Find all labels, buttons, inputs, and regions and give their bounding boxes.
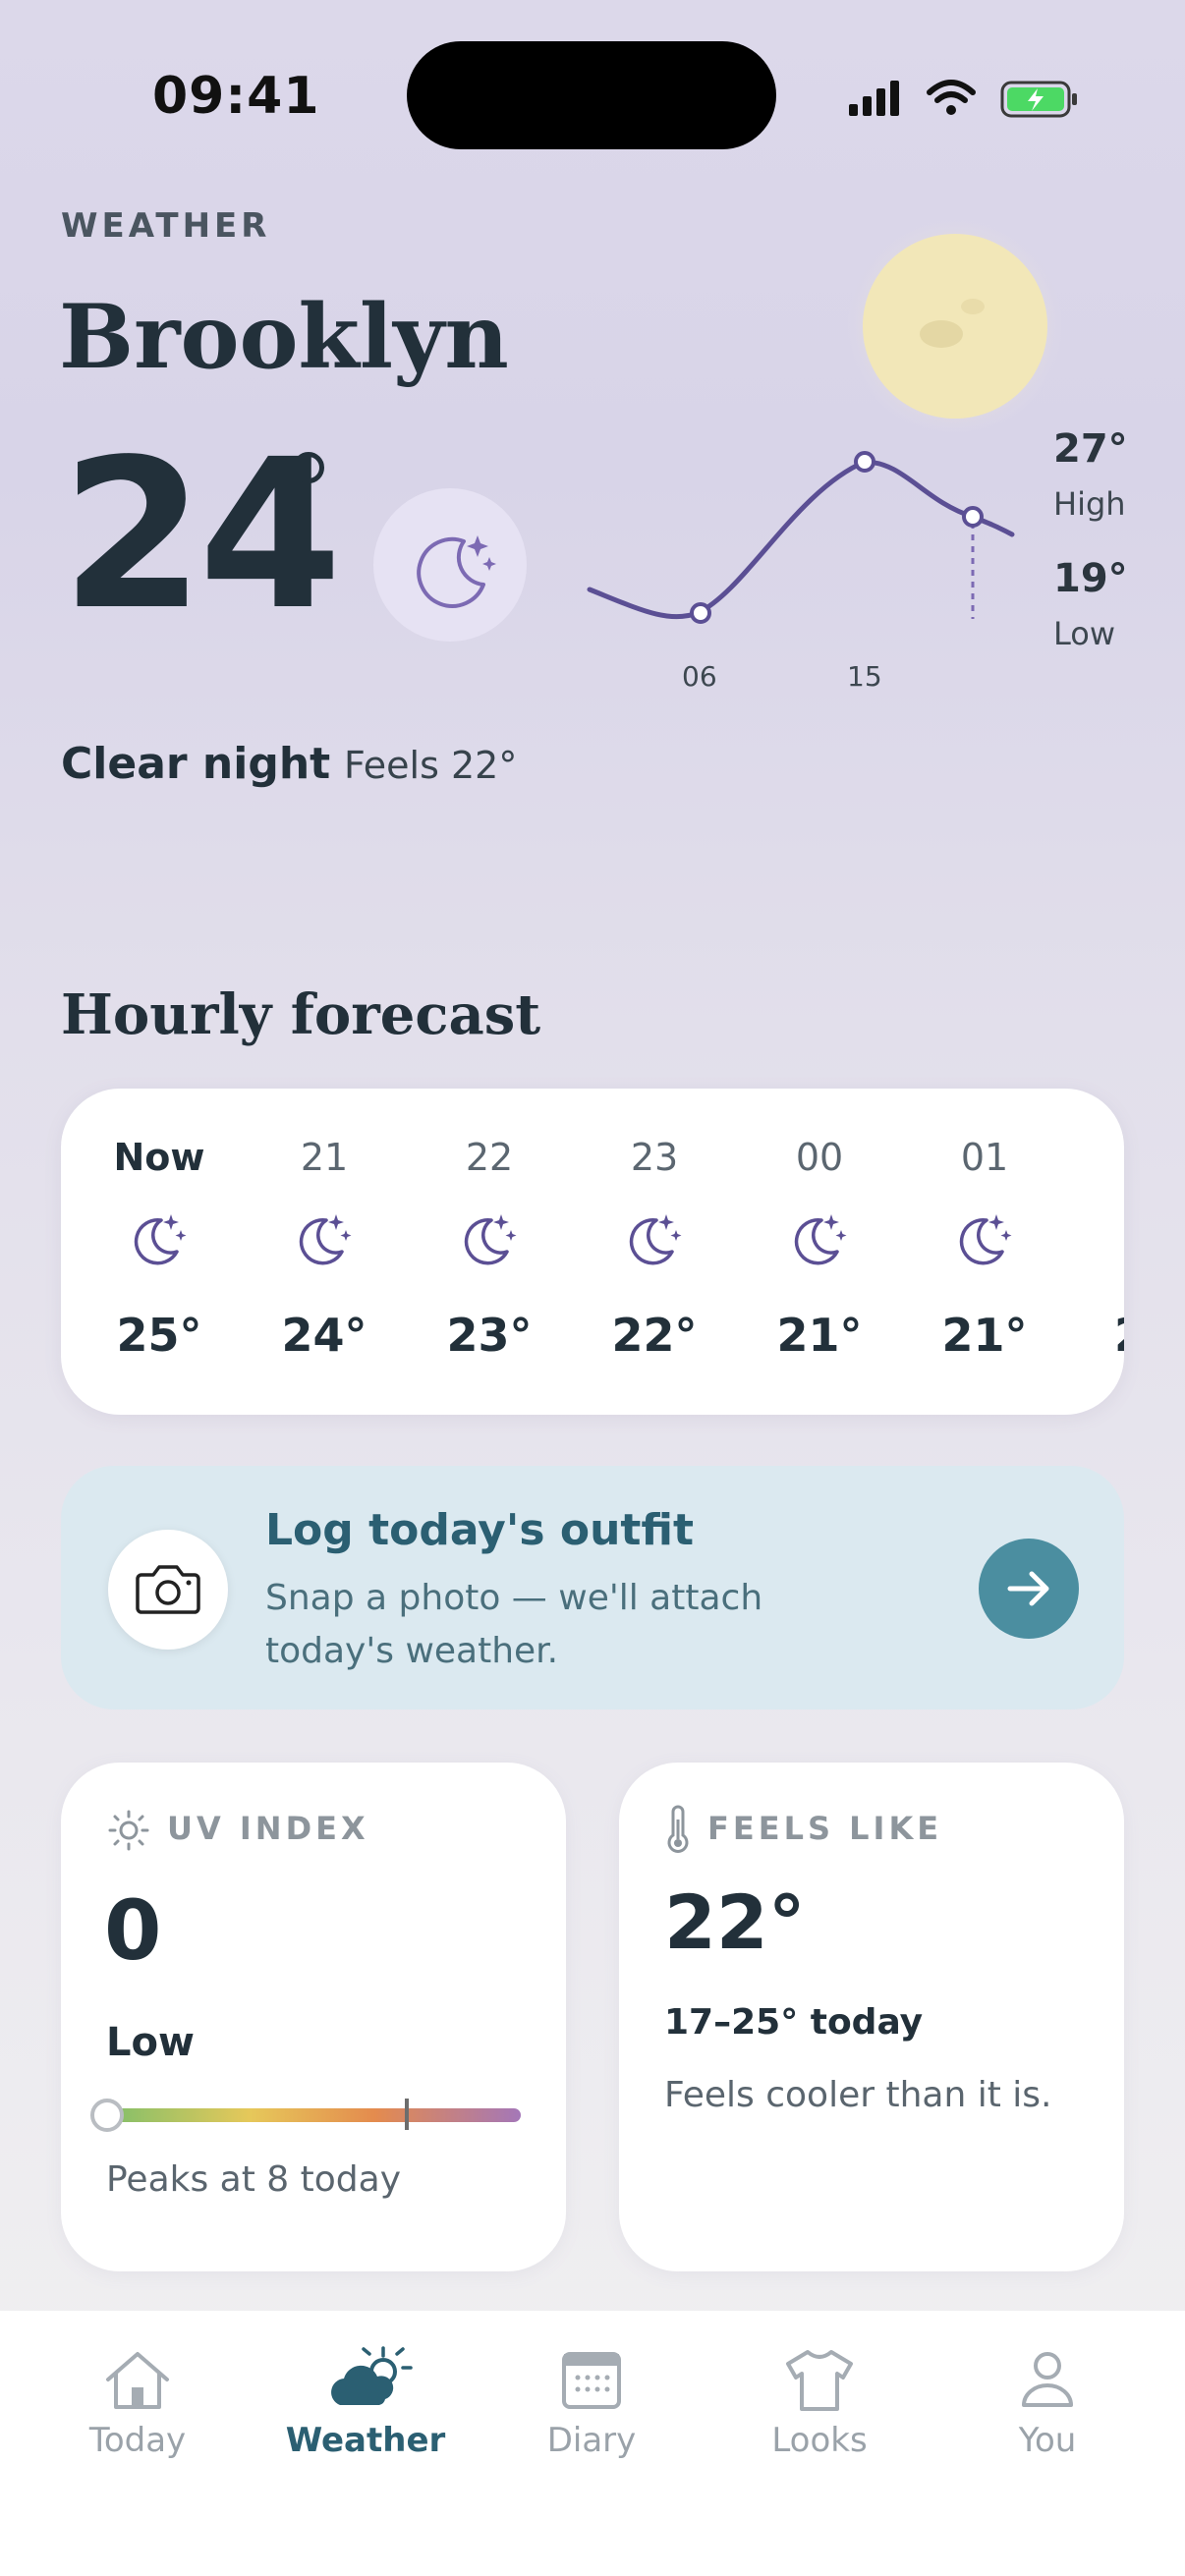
hour-temp: 24° xyxy=(281,1309,367,1362)
moon-stars-icon xyxy=(629,1214,682,1265)
high-temp-label: High xyxy=(1053,485,1126,523)
hourly-forecast-title: Hourly forecast xyxy=(61,982,541,1047)
tab-bar: Today Weather Diary Looks You xyxy=(0,2311,1185,2576)
uv-current-knob xyxy=(90,2099,124,2132)
moon-stars-icon xyxy=(794,1214,847,1265)
high-temp-value: 27° xyxy=(1053,426,1128,472)
hour-label: 23 xyxy=(630,1136,679,1179)
tshirt-icon xyxy=(786,2350,853,2411)
wifi-icon xyxy=(927,80,976,115)
battery-icon xyxy=(1000,81,1077,118)
low-temp-label: Low xyxy=(1053,615,1116,652)
camera-icon xyxy=(136,1565,200,1614)
status-time: 09:41 xyxy=(152,67,320,126)
tab-label: Diary xyxy=(546,2421,637,2460)
hour-label: Now xyxy=(113,1136,205,1179)
tab-label: You xyxy=(1018,2421,1077,2460)
hour-label: 21 xyxy=(300,1136,349,1179)
cloud-sun-icon xyxy=(331,2346,413,2405)
uv-index-value: 0 xyxy=(104,1882,162,1979)
chart-point-now xyxy=(962,506,984,528)
section-eyebrow: WEATHER xyxy=(61,206,271,246)
hour-temp: 25° xyxy=(116,1309,202,1362)
chart-point-low xyxy=(690,602,711,624)
tab-label: Today xyxy=(88,2421,187,2460)
hour-label: 01 xyxy=(960,1136,1009,1179)
hour-temp: 21° xyxy=(776,1309,863,1362)
status-icons xyxy=(849,80,1077,118)
thermometer-icon xyxy=(667,1805,689,1853)
condition-icon-badge xyxy=(373,488,527,642)
hour-temp: 2 xyxy=(1071,1309,1124,1362)
hour-temp: 21° xyxy=(941,1309,1028,1362)
house-icon xyxy=(106,2352,169,2409)
moon-illustration xyxy=(847,218,1061,434)
tab-label: Looks xyxy=(771,2421,868,2460)
feels-like-range: 17–25° today xyxy=(664,2002,924,2043)
dynamic-island xyxy=(407,41,776,149)
moon-stars-icon xyxy=(134,1214,187,1265)
arrow-right-icon xyxy=(1007,1571,1049,1606)
uv-scale-bar xyxy=(104,2108,521,2122)
uv-peak-text: Peaks at 8 today xyxy=(106,2159,402,2200)
sun-icon xyxy=(108,1810,149,1851)
outfit-title: Log today's outfit xyxy=(265,1505,695,1555)
hour-temp: 23° xyxy=(446,1309,533,1362)
feels-like-value: 22° xyxy=(664,1878,806,1966)
chart-tick-label: 15 xyxy=(847,660,882,693)
moon-stars-icon xyxy=(299,1214,352,1265)
uv-index-eyebrow: UV INDEX xyxy=(167,1810,369,1847)
feels-like-text: Feels 22° xyxy=(344,744,518,787)
feels-like-eyebrow: FEELS LIKE xyxy=(707,1810,943,1847)
feels-like-note: Feels cooler than it is. xyxy=(664,2075,1052,2115)
low-temp-value: 19° xyxy=(1053,556,1128,601)
hourly-forecast-card[interactable]: Now 25° 21 24° 22 23° 23 22° 00 21° 01 2… xyxy=(61,1089,1124,1415)
chart-tick-label: 06 xyxy=(682,660,717,693)
hour-label: 00 xyxy=(795,1136,844,1179)
city-name: Brooklyn xyxy=(59,285,509,389)
outfit-go-button[interactable] xyxy=(979,1539,1079,1639)
signal-icon xyxy=(849,81,899,116)
tab-label: Weather xyxy=(285,2421,446,2460)
camera-button[interactable] xyxy=(108,1530,228,1650)
calendar-icon xyxy=(562,2352,621,2409)
temperature-curve-chart xyxy=(587,451,1015,624)
moon-stars-icon xyxy=(464,1214,517,1265)
moon-stars-icon xyxy=(417,535,496,608)
condition-text: Clear night xyxy=(61,739,331,789)
hour-label: 22 xyxy=(465,1136,514,1179)
hour-temp: 22° xyxy=(611,1309,698,1362)
uv-index-level: Low xyxy=(106,2020,195,2065)
outfit-subtitle: Snap a photo — we'll attach today's weat… xyxy=(265,1578,763,1671)
chart-point-high xyxy=(854,451,875,473)
moon-stars-icon xyxy=(959,1214,1012,1265)
uv-peak-marker xyxy=(405,2099,409,2130)
degree-symbol xyxy=(293,452,324,483)
person-icon xyxy=(1022,2352,1073,2407)
